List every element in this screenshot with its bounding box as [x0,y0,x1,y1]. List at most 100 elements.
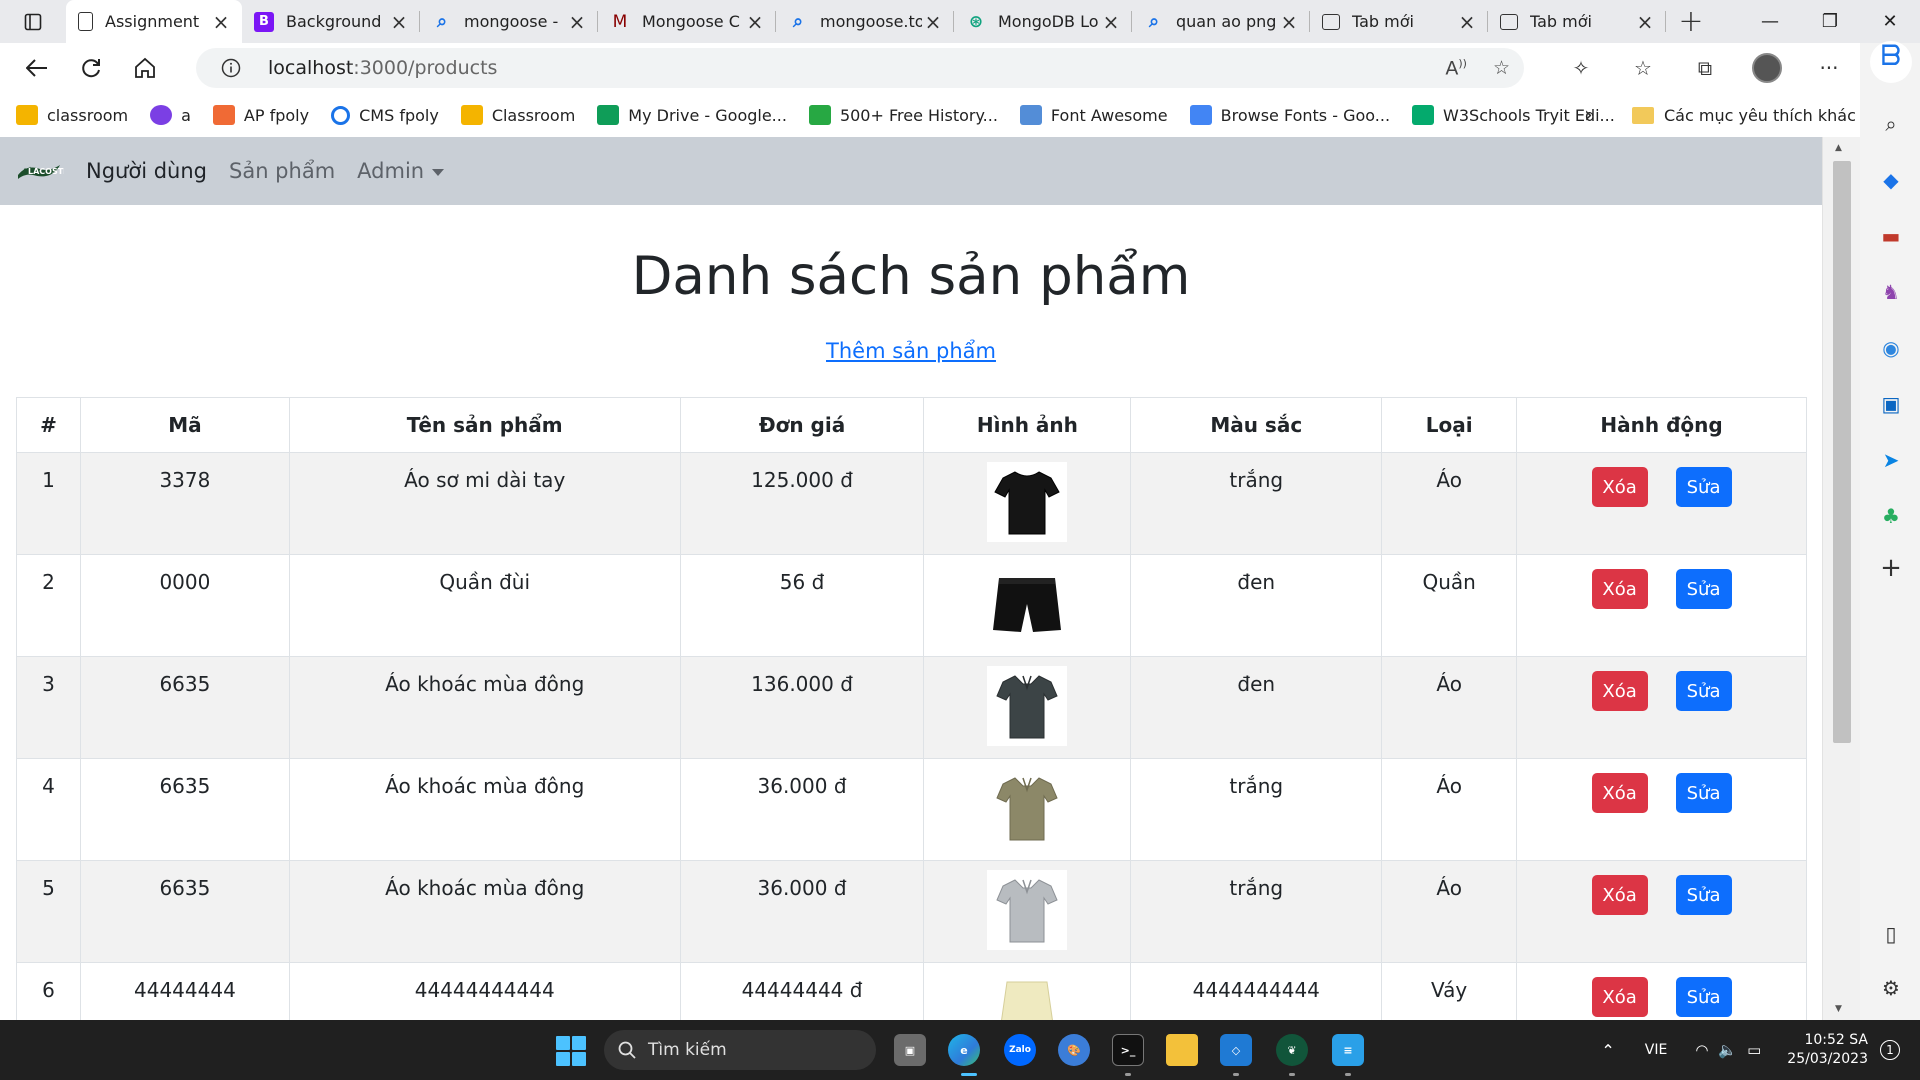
edit-button[interactable]: Sửa [1675,875,1732,915]
delete-button[interactable]: Xóa [1591,569,1648,609]
other-favorites-folder[interactable]: Các mục yêu thích khác [1632,106,1856,125]
tab-close-icon[interactable]: × [1634,10,1656,34]
edit-button[interactable]: Sửa [1675,569,1732,609]
mongodb-compass-icon[interactable]: ❦ [1276,1034,1308,1066]
bookmark-item[interactable]: a [150,105,191,125]
language-indicator[interactable]: VIE [1645,1042,1668,1058]
bookmark-item[interactable]: AP fpoly [212,105,309,125]
more-options-icon[interactable]: ··· [1798,43,1860,93]
games-icon[interactable]: ♞ [1878,279,1904,305]
zalo-icon[interactable]: Zalo [1004,1034,1036,1066]
restore-button[interactable]: ❐ [1800,0,1860,43]
delete-button[interactable]: Xóa [1591,875,1648,915]
collections-icon[interactable]: ⧉ [1674,43,1736,93]
product-type-cell: Quần [1381,554,1518,657]
browser-tab[interactable]: Assignment × [66,0,242,43]
new-tab-button[interactable]: + [1666,0,1716,43]
bing-chat-icon[interactable]: ᗷ [1878,39,1904,72]
paint-icon[interactable]: 🎨 [1058,1034,1090,1066]
battery-icon[interactable]: ▭ [1747,1041,1761,1059]
taskbar-clock[interactable]: 10:52 SA 25/03/2023 [1787,1031,1868,1069]
browser-tab[interactable]: ⌕ quan ao png × [1132,0,1310,43]
tab-close-icon[interactable]: × [210,10,232,34]
bookmark-item[interactable]: 500+ Free History... [808,105,998,125]
tools-icon[interactable]: ▬ [1878,223,1904,249]
browser-tab[interactable]: ⊛ MongoDB Lo × [954,0,1132,43]
file-explorer-icon[interactable] [1166,1034,1198,1066]
page-scrollbar[interactable]: ▲ ▼ [1822,137,1860,1020]
tab-close-icon[interactable]: × [744,10,766,34]
outlook-icon[interactable]: ▣ [1878,391,1904,417]
bookmark-item[interactable]: Browse Fonts - Goo... [1189,105,1390,125]
bookmark-item[interactable]: classroom [16,105,128,125]
url-field[interactable]: localhost:3000/products A)) ☆ [196,48,1524,88]
browser-tab[interactable]: ⌕ mongoose.to × [776,0,954,43]
tab-close-icon[interactable]: × [922,10,944,34]
tab-close-icon[interactable]: × [1278,10,1300,34]
vscode-icon[interactable]: ◇ [1220,1034,1252,1066]
edit-button[interactable]: Sửa [1675,671,1732,711]
nav-admin-dropdown[interactable]: Admin [357,159,445,183]
office-icon[interactable]: ◉ [1878,335,1904,361]
add-favorite-icon[interactable]: ☆ [1493,57,1510,79]
edit-button[interactable]: Sửa [1675,467,1732,507]
delete-button[interactable]: Xóa [1591,671,1648,711]
add-product-link[interactable]: Thêm sản phẩm [826,339,996,363]
settings-gear-icon[interactable]: ⚙ [1878,975,1904,1001]
tab-close-icon[interactable]: × [1456,10,1478,34]
bookmark-item[interactable]: My Drive - Google... [597,105,787,125]
shopping-tag-icon[interactable]: ◆ [1878,167,1904,193]
delete-button[interactable]: Xóa [1591,773,1648,813]
browser-tab[interactable]: ⌕ mongoose - × [420,0,598,43]
delete-button[interactable]: Xóa [1591,467,1648,507]
sidebar-panel-icon[interactable]: ▯ [1878,921,1904,947]
scroll-up-arrow-icon[interactable]: ▲ [1835,143,1842,153]
notification-badge[interactable]: 1 [1880,1040,1900,1060]
site-info-button[interactable] [208,58,254,78]
browser-tab[interactable]: Tab mới × [1488,0,1666,43]
home-button[interactable] [118,43,172,93]
browser-tab[interactable]: Tab mới × [1310,0,1488,43]
nav-products-link[interactable]: Sản phẩm [229,159,335,183]
tab-actions-button[interactable] [0,0,66,43]
task-view-icon[interactable]: ▣ [894,1034,926,1066]
profile-avatar[interactable] [1736,43,1798,93]
terminal-icon[interactable]: >_ [1112,1034,1144,1066]
nav-users-link[interactable]: Người dùng [86,159,207,183]
delete-button[interactable]: Xóa [1591,977,1648,1017]
scroll-down-arrow-icon[interactable]: ▼ [1835,1004,1842,1014]
tree-icon[interactable]: ♣ [1878,503,1904,529]
drop-icon[interactable]: ➤ [1878,447,1904,473]
reload-button[interactable] [64,43,118,93]
favorites-icon[interactable]: ☆ [1612,43,1674,93]
back-button[interactable] [10,43,64,93]
read-aloud-icon[interactable]: A)) [1445,57,1467,79]
edit-button[interactable]: Sửa [1675,977,1732,1017]
minimize-button[interactable]: — [1740,0,1800,43]
product-name-cell: Quần đùi [288,554,681,657]
taskbar-search[interactable]: Tìm kiếm [604,1030,876,1070]
wifi-icon[interactable]: ◠ [1695,1041,1708,1059]
edge-browser-icon[interactable]: e [948,1034,980,1066]
search-icon[interactable]: ⌕ [1878,111,1904,137]
bookmark-item[interactable]: Classroom [460,105,575,125]
browser-tab[interactable]: B Background × [242,0,420,43]
add-sidebar-app-icon[interactable]: + [1878,553,1904,583]
tab-close-icon[interactable]: × [566,10,588,34]
close-window-button[interactable]: ✕ [1860,0,1920,43]
volume-icon[interactable]: 🔈 [1718,1041,1737,1059]
notepad-icon[interactable]: ≡ [1332,1034,1364,1066]
windows-start-icon[interactable] [556,1036,586,1066]
scrollbar-thumb[interactable] [1833,161,1851,743]
bookmarks-overflow-chevron-icon[interactable]: › [1584,103,1593,128]
tab-close-icon[interactable]: × [388,10,410,34]
show-hidden-icons-chevron-icon[interactable]: ⌃ [1601,1041,1614,1060]
brand-logo-crocodile-icon[interactable]: LACOSTE [16,157,64,185]
px-icon [808,105,831,125]
extensions-icon[interactable]: ✧ [1550,43,1612,93]
bookmark-item[interactable]: Font Awesome [1019,105,1168,125]
bookmark-item[interactable]: CMS fpoly [331,105,439,125]
browser-tab[interactable]: M Mongoose C × [598,0,776,43]
edit-button[interactable]: Sửa [1675,773,1732,813]
tab-close-icon[interactable]: × [1100,10,1122,34]
